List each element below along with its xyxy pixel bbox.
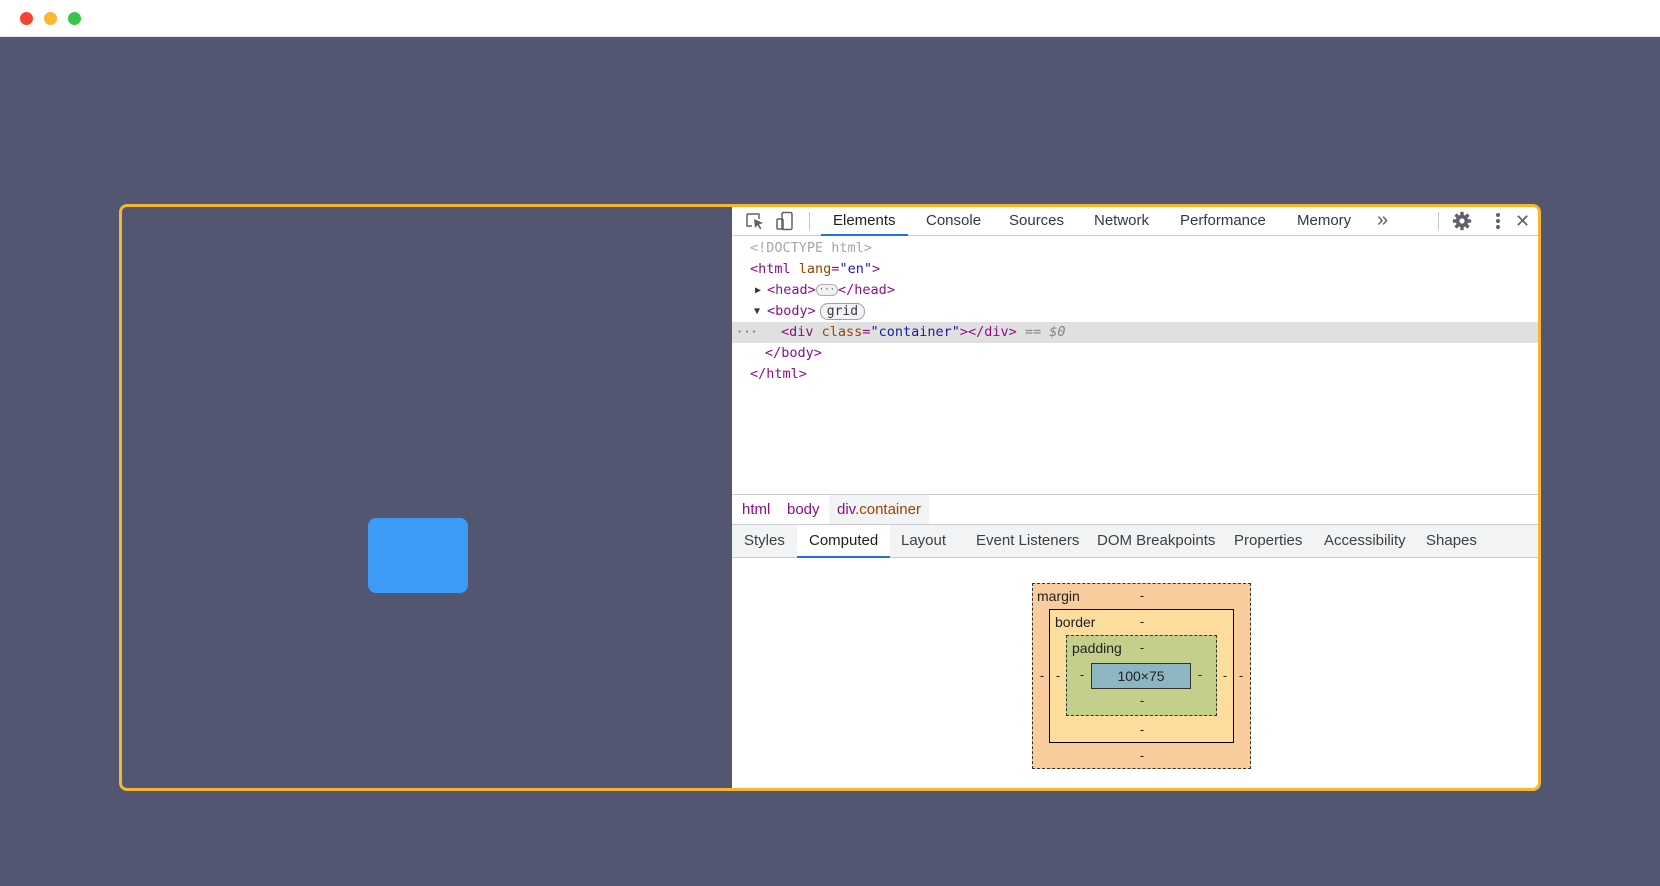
html-attr-value: "en"	[839, 261, 872, 277]
html-close-tag: </html>	[750, 366, 807, 382]
body-open-tag: <body>	[767, 303, 816, 319]
tab-computed[interactable]: Computed	[797, 525, 891, 558]
window-titlebar	[0, 0, 1660, 37]
dom-body-line[interactable]: ▼ <body> grid	[732, 301, 1538, 322]
close-icon[interactable]: ✕	[1515, 207, 1530, 236]
tab-accessibility[interactable]: Accessibility	[1312, 525, 1418, 558]
border-left-value[interactable]: -	[1052, 668, 1064, 683]
kebab-menu-icon[interactable]	[1487, 211, 1509, 231]
padding-top-value[interactable]: -	[1136, 640, 1148, 655]
toolbar-separator	[809, 212, 810, 230]
border-right-value[interactable]: -	[1219, 668, 1231, 683]
dom-tree: <!DOCTYPE html> <html lang="en"> ▶ <head…	[732, 237, 1538, 494]
selected-node-marker: == $0	[1024, 324, 1066, 340]
dom-head-line[interactable]: ▶ <head> ··· </head>	[732, 280, 1538, 301]
inspect-element-icon[interactable]	[744, 211, 766, 231]
close-window-button[interactable]	[20, 12, 33, 25]
toolbar-separator-right	[1438, 212, 1439, 230]
maximize-window-button[interactable]	[68, 12, 81, 25]
border-bottom-value[interactable]: -	[1136, 722, 1148, 737]
sidebar-pane-tabs: Styles Computed Layout Event Listeners D…	[732, 525, 1538, 558]
dom-doctype-line[interactable]: <!DOCTYPE html>	[732, 238, 1538, 259]
tab-layout[interactable]: Layout	[889, 525, 958, 558]
dom-div-line-selected[interactable]: ··· <div class="container"></div> == $0	[732, 322, 1538, 343]
breadcrumb-body[interactable]: body	[779, 495, 828, 524]
tab-properties[interactable]: Properties	[1222, 525, 1314, 558]
tab-shapes[interactable]: Shapes	[1414, 525, 1489, 558]
tab-styles[interactable]: Styles	[732, 525, 797, 558]
margin-right-value[interactable]: -	[1235, 668, 1247, 683]
page-preview	[122, 207, 732, 788]
head-open-tag: <head>	[767, 282, 816, 298]
border-label: border	[1055, 614, 1096, 630]
tab-elements[interactable]: Elements	[821, 207, 908, 236]
tab-performance[interactable]: Performance	[1168, 207, 1278, 236]
device-toolbar-icon[interactable]	[774, 211, 796, 231]
html-open-end: >	[871, 261, 881, 277]
div-attr-value: "container"	[870, 324, 960, 340]
breadcrumb-div-container[interactable]: div.container	[829, 495, 929, 524]
tab-network[interactable]: Network	[1082, 207, 1161, 236]
content-size-value: 100×75	[1117, 668, 1165, 684]
html-attr-name: lang	[798, 261, 832, 277]
border-top-value[interactable]: -	[1136, 614, 1148, 629]
doctype-text: <!DOCTYPE html>	[750, 240, 872, 256]
div-close-tag: ></div>	[959, 324, 1017, 340]
expand-triangle-icon[interactable]: ▶	[755, 280, 761, 301]
padding-right-value[interactable]: -	[1194, 667, 1206, 682]
head-close-tag: </head>	[838, 282, 895, 298]
devtools-panel: Elements Console Sources Network Perform…	[732, 207, 1538, 788]
margin-left-value[interactable]: -	[1036, 668, 1048, 683]
breadcrumb-html[interactable]: html	[734, 495, 778, 524]
box-model-padding[interactable]: padding - - - - 100×75	[1066, 635, 1217, 716]
tab-console[interactable]: Console	[914, 207, 993, 236]
box-model-border[interactable]: border - - - - padding - - - - 100×75	[1049, 609, 1234, 743]
minimize-window-button[interactable]	[44, 12, 57, 25]
padding-label: padding	[1072, 640, 1122, 656]
row-options-icon[interactable]: ···	[736, 322, 758, 343]
body-close-tag: </body>	[765, 345, 822, 361]
devtools-toolbar: Elements Console Sources Network Perform…	[732, 207, 1538, 236]
collapsed-ellipsis-badge[interactable]: ···	[815, 284, 839, 296]
tab-event-listeners[interactable]: Event Listeners	[964, 525, 1091, 558]
browser-viewport: Elements Console Sources Network Perform…	[0, 37, 1660, 886]
padding-bottom-value[interactable]: -	[1136, 693, 1148, 708]
demo-frame: Elements Console Sources Network Perform…	[119, 204, 1541, 791]
margin-label: margin	[1037, 588, 1080, 604]
grid-badge[interactable]: grid	[819, 303, 866, 320]
breadcrumb-current-class: .container	[855, 501, 921, 518]
breadcrumb-current-tag: div	[837, 501, 856, 518]
container-box[interactable]	[368, 518, 468, 593]
margin-top-value[interactable]: -	[1136, 588, 1148, 603]
tab-dom-breakpoints[interactable]: DOM Breakpoints	[1085, 525, 1227, 558]
dom-body-close-line[interactable]: </body>	[732, 343, 1538, 364]
dom-html-close-line[interactable]: </html>	[732, 364, 1538, 385]
html-open-tag: <html	[750, 261, 791, 277]
box-model-content[interactable]: 100×75	[1091, 663, 1191, 689]
margin-bottom-value[interactable]: -	[1136, 748, 1148, 763]
more-tabs-icon[interactable]: »	[1377, 207, 1388, 236]
settings-icon[interactable]	[1451, 211, 1473, 231]
breadcrumb: html body div.container	[732, 494, 1538, 525]
padding-left-value[interactable]: -	[1076, 667, 1088, 682]
collapse-triangle-icon[interactable]: ▼	[754, 301, 760, 322]
div-attr-name: class	[821, 324, 863, 340]
tab-memory[interactable]: Memory	[1285, 207, 1363, 236]
tab-sources[interactable]: Sources	[997, 207, 1076, 236]
box-model-margin[interactable]: margin - - - - border - - - - padding - …	[1032, 583, 1251, 769]
dom-html-line[interactable]: <html lang="en">	[732, 259, 1538, 280]
div-open-tag: <div	[781, 324, 814, 340]
